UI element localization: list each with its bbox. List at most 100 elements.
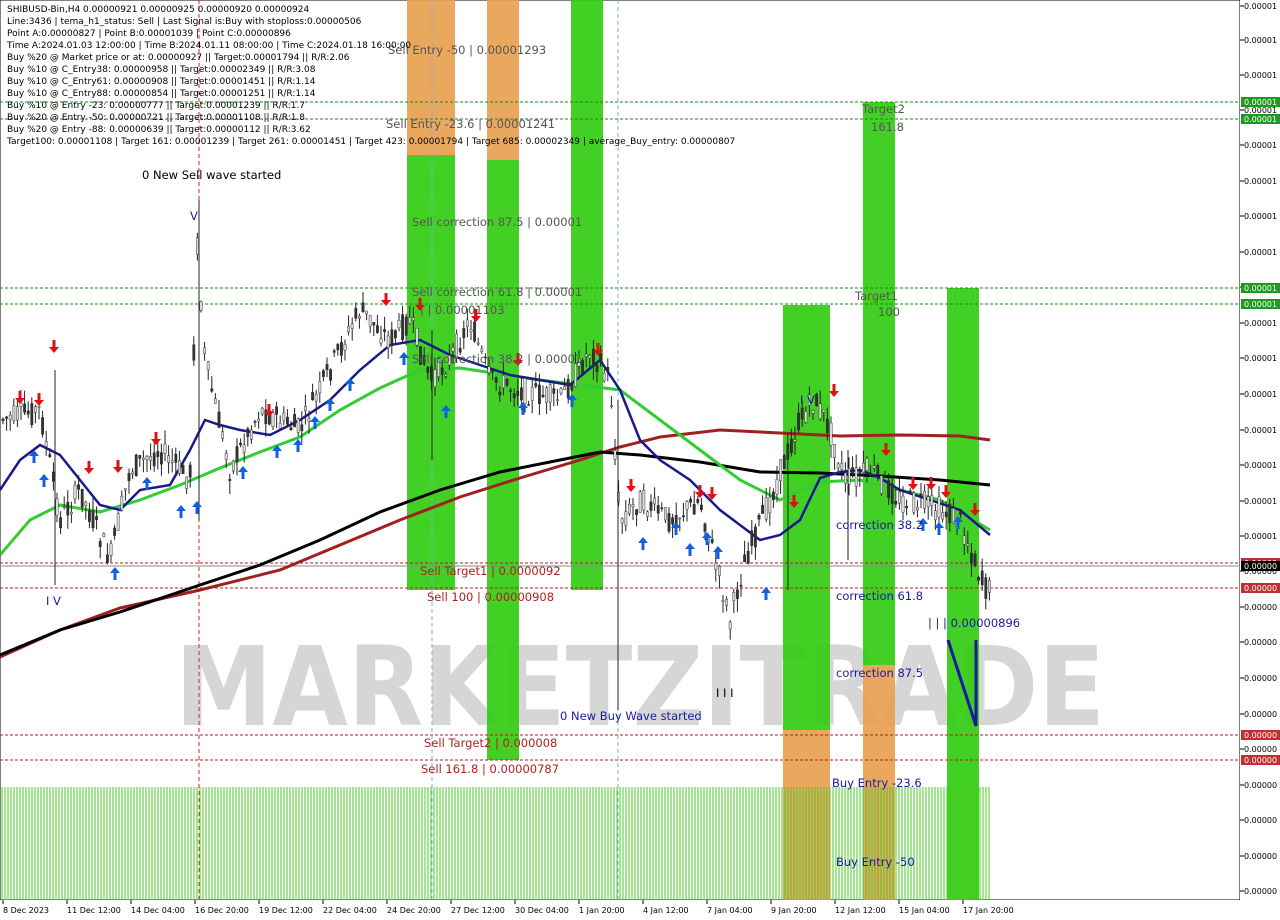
price-tick-label: 0.00001 [1244,354,1277,363]
price-tick-label: 0.00001 [1244,497,1277,506]
time-tick-label: 15 Jan 04:00 [899,906,950,915]
price-level-box: 0.00000 [1241,561,1280,571]
price-level-box: 0.00001 [1241,114,1280,124]
label-wave-iii: I I I [716,686,734,700]
zone-bar [863,102,895,665]
candle [880,474,883,496]
price-axis: 0.000010.000010.000010.000010.000010.000… [1240,0,1280,900]
time-tick-label: 17 Jan 20:00 [963,906,1014,915]
price-level-box: 0.00000 [1241,730,1280,740]
price-tick-label: 0.00001 [1244,71,1277,80]
label-target2-val: 161.8 [871,120,904,134]
info-line: Buy %10 @ C_Entry38: 0.00000958 || Targe… [7,65,316,75]
price-tick-label: 0.00001 [1244,532,1277,541]
info-line: Buy %10 @ C_Entry61: 0.00000908 || Targe… [7,77,316,87]
label-sell-entry-50: Sell Entry -50 | 0.00001293 [388,43,546,57]
svg-text:0.00000: 0.00000 [1244,756,1277,765]
label-wave-v: V [190,209,198,223]
plot-area[interactable] [0,0,1241,901]
candle [116,511,120,531]
label-sell-entry-23: Sell Entry -23.6 | 0.00001241 [386,117,555,131]
label-buy-entry-23: Buy Entry -23.6 [832,776,922,790]
label-sell-corr-618: Sell correction 61.8 | 0.00001 [412,285,582,299]
price-tick-label: 0.00001 [1244,319,1277,328]
price-tick-label: 0.00000 [1244,852,1277,861]
info-line: Line:3436 | tema_h1_status: Sell | Last … [7,17,362,27]
price-level-box: 0.00001 [1241,97,1280,107]
price-tick-label: 0.00000 [1244,674,1277,683]
time-tick-label: 7 Jan 04:00 [707,906,753,915]
label-point-b-price: | | 0.00001103 [420,303,505,317]
price-tick-label: 0.00000 [1244,638,1277,647]
time-tick-label: 30 Dec 04:00 [515,906,569,915]
price-tick-label: 0.00001 [1244,426,1277,435]
info-line: Point A:0.00000827 | Point B:0.00001039 … [7,29,291,39]
label-sell-target2: Sell Target2 | 0.000008 [424,736,557,750]
price-tick-label: 0.00000 [1244,710,1277,719]
info-line: Buy %20 @ Market price or at: 0.00000927… [7,53,350,63]
candle [782,454,786,469]
label-sell-corr-875: Sell correction 87.5 | 0.00001 [412,215,582,229]
price-tick-label: 0.00000 [1244,745,1277,754]
label-sell-corr-382: Sell correction 38.2 | 0.00001 [412,352,582,366]
price-tick-label: 0.00001 [1244,36,1277,45]
price-tick-label: 0.00001 [1244,390,1277,399]
label-correction-875: correction 87.5 [836,666,923,680]
svg-text:0.00000: 0.00000 [1244,584,1277,593]
label-new-buy-wave: 0 New Buy Wave started [560,709,702,723]
price-tick-label: 0.00000 [1244,603,1277,612]
candle [815,392,819,407]
price-level-box: 0.00000 [1241,583,1280,593]
zone-bar [487,0,519,160]
time-tick-label: 16 Dec 20:00 [195,906,249,915]
time-tick-label: 1 Jan 20:00 [579,906,625,915]
price-tick-label: 0.00001 [1244,212,1277,221]
price-tick-label: 0.00001 [1244,141,1277,150]
price-tick-label: 0.00001 [1244,177,1277,186]
price-tick-label: 0.00001 [1244,461,1277,470]
candle [134,453,138,477]
label-target1-val: 100 [878,305,900,319]
svg-text:0.00000: 0.00000 [1244,562,1277,571]
time-tick-label: 8 Dec 2023 [3,906,49,915]
time-tick-label: 24 Dec 20:00 [387,906,441,915]
svg-text:0.00001: 0.00001 [1244,115,1277,124]
candle [638,490,642,513]
info-line: Buy %10 @ C_Entry88: 0.00000854 || Targe… [7,89,316,99]
info-line: Buy %10 @ Entry -23: 0.00000777 || Targe… [7,101,305,111]
zone-bar [407,0,455,155]
candle [912,491,916,516]
info-line: Buy %20 @ Entry -88: 0.00000639 || Targe… [7,125,311,135]
svg-text:0.00000: 0.00000 [1244,731,1277,740]
info-line: Time A:2024.01.03 12:00:00 | Time B:2024… [6,41,411,51]
label-correction-618: correction 61.8 [836,589,923,603]
price-tick-label: 0.00001 [1244,2,1277,11]
info-line: Buy %20 @ Entry -50: 0.00000721 || Targe… [7,113,305,123]
label-point-c: | | | 0.00000896 [928,616,1020,630]
time-tick-label: 4 Jan 12:00 [643,906,689,915]
label-sell-100: Sell 100 | 0.00000908 [427,590,554,604]
label-sell-target1: Sell Target1 | 0.0000092 [420,564,561,578]
label-buy-entry-50: Buy Entry -50 [836,855,915,869]
price-tick-label: 0.00000 [1244,816,1277,825]
time-axis: 8 Dec 2023 11 Dec 12:00 14 Dec 04:00 16 Dec… [0,900,1280,920]
trading-chart[interactable]: MARKETZITRADE 0 New Sell wave started Se… [0,0,1280,920]
price-level-box: 0.00001 [1241,299,1280,309]
time-tick-label: 12 Jan 12:00 [835,906,886,915]
symbol-line: SHIBUSD-Bin,H4 0.00000921 0.00000925 0.0… [7,5,309,15]
label-new-sell-wave: 0 New Sell wave started [142,168,281,182]
zone-bar [783,305,830,730]
label-correction-382: correction 38.2 [836,518,923,532]
price-tick-label: 0.00000 [1244,887,1277,896]
time-tick-label: 14 Dec 04:00 [131,906,185,915]
price-level-box: 0.00001 [1241,283,1280,293]
svg-text:0.00001: 0.00001 [1244,300,1277,309]
price-tick-label: 0.00001 [1244,106,1277,115]
time-tick-label: 22 Dec 04:00 [323,906,377,915]
info-line: Target100: 0.00001108 | Target 161: 0.00… [6,137,735,147]
time-tick-label: 19 Dec 12:00 [259,906,313,915]
time-tick-label: 27 Dec 12:00 [451,906,505,915]
price-tick-label: 0.00000 [1244,781,1277,790]
price-tick-label: 0.00001 [1244,248,1277,257]
label-target1: Target1 [854,289,898,303]
